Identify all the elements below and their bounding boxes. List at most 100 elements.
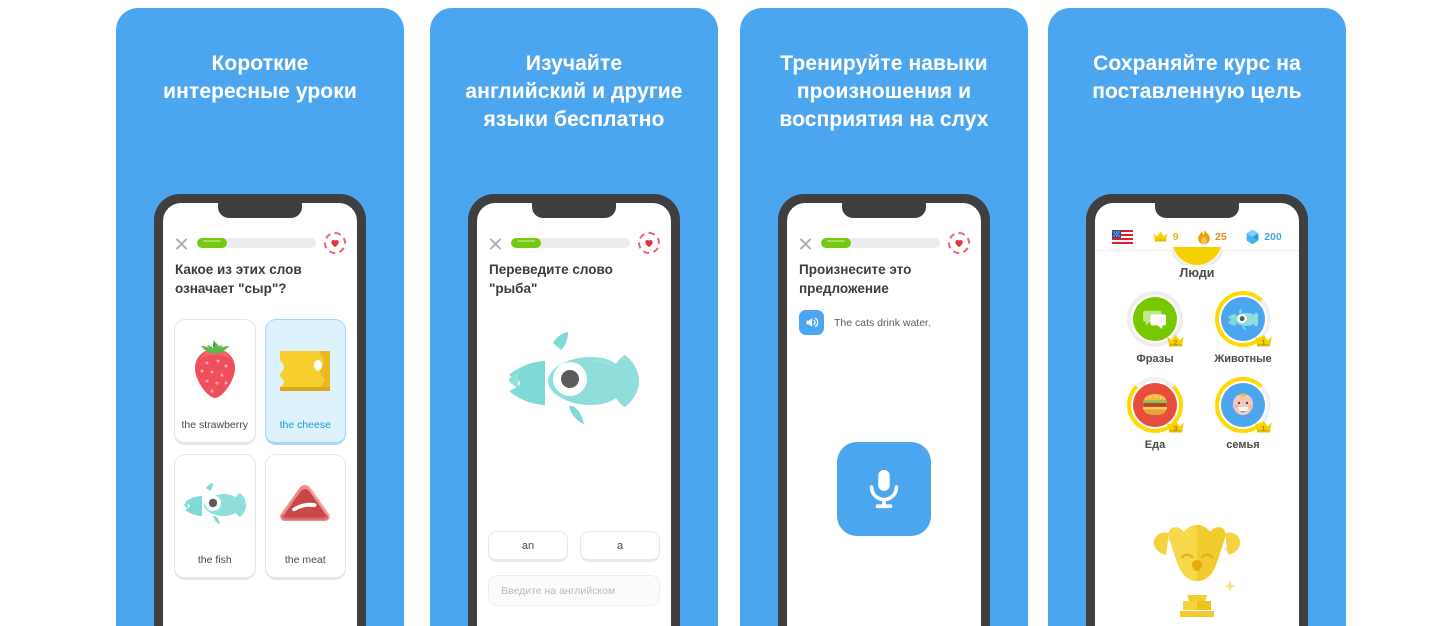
panel-3-caption: Тренируйте навыки произношения и восприя… — [740, 50, 1028, 134]
prompt-line: Переведите слово "рыба" — [489, 262, 613, 296]
previous-skill-partial[interactable] — [1172, 247, 1222, 265]
us-flag-icon — [1112, 229, 1134, 244]
crown-badge: 1 — [1253, 333, 1274, 348]
phone-notch — [532, 203, 616, 218]
skill-circle[interactable]: 3 — [1127, 377, 1186, 434]
close-icon[interactable] — [174, 236, 189, 251]
caption-line: произношения и — [796, 79, 972, 103]
heart-icon — [645, 240, 653, 248]
speaker-icon[interactable] — [799, 310, 824, 335]
promo-panel-1: Короткие интересные уроки Какое из этих … — [116, 8, 404, 626]
choice-card[interactable]: the fish — [174, 454, 256, 580]
caption-line: Короткие — [211, 52, 309, 75]
caption-line: Тренируйте навыки — [780, 52, 988, 75]
skill-item-animals[interactable]: 1 Животные — [1199, 291, 1287, 365]
phone-notch — [842, 203, 926, 218]
caption-line: интересные уроки — [163, 79, 357, 103]
crown-badge: 2 — [1165, 333, 1186, 348]
answer-input[interactable]: Введите на английском — [488, 575, 660, 606]
caption-line: Сохраняйте курс на — [1093, 52, 1301, 75]
choice-card[interactable]: the meat — [264, 454, 346, 580]
phone-notch — [218, 203, 302, 218]
caption-line: поставленную цель — [1092, 79, 1302, 103]
panel-4-caption: Сохраняйте курс на поставленную цель — [1048, 50, 1346, 106]
phone-screen-4: 9 25 200 Люди 2 Фразы 1 Животные 3 Еда 1… — [1095, 203, 1299, 626]
crown-level: 1 — [1261, 424, 1266, 433]
phone-mockup-1: Какое из этих слов означает "сыр"? the s… — [154, 194, 366, 626]
skill-circle[interactable]: 1 — [1215, 377, 1272, 433]
lesson-topbar — [477, 230, 671, 256]
lesson-topbar — [163, 230, 357, 256]
skill-circle[interactable]: 1 — [1215, 291, 1274, 348]
choice-label: the meat — [284, 554, 326, 566]
word-chip[interactable]: a — [580, 531, 660, 562]
skill-label: семья — [1226, 439, 1260, 451]
word-chip[interactable]: an — [488, 531, 568, 562]
crown-badge: 3 — [1165, 419, 1186, 434]
prompt-line: предложение — [799, 280, 889, 296]
promo-panel-4: Сохраняйте курс на поставленную цель 9 2… — [1048, 8, 1346, 626]
skill-grid: 2 Фразы 1 Животные 3 Еда 1 семья — [1111, 291, 1283, 451]
gem-icon — [1246, 229, 1259, 244]
choice-label: the strawberry — [181, 419, 249, 431]
strawberry-illustration — [188, 334, 242, 406]
phone-screen-3: Произнесите это предложение The cats dri… — [787, 203, 981, 626]
sentence-row: The cats drink water. — [799, 310, 969, 335]
choice-card[interactable]: the strawberry — [174, 319, 256, 445]
lesson-prompt: Произнесите это предложение — [799, 261, 969, 298]
skill-label: Фразы — [1136, 353, 1174, 365]
prompt-line: Произнесите это — [799, 262, 912, 277]
gems-stat[interactable]: 200 — [1245, 229, 1282, 245]
microphone-button[interactable] — [837, 442, 931, 536]
meat-illustration — [273, 469, 337, 541]
crown-count: 9 — [1172, 230, 1179, 243]
hearts-indicator[interactable] — [324, 232, 346, 254]
crown-level: 1 — [1261, 338, 1266, 347]
close-icon[interactable] — [798, 236, 813, 251]
streak-count: 25 — [1215, 230, 1227, 243]
fish-illustration — [505, 331, 643, 436]
crown-level: 2 — [1173, 338, 1178, 347]
choice-card[interactable]: the cheese — [264, 319, 346, 445]
skill-item-phrases[interactable]: 2 Фразы — [1111, 291, 1199, 365]
promo-panel-3: Тренируйте навыки произношения и восприя… — [740, 8, 1028, 626]
skill-item-food[interactable]: 3 Еда — [1111, 377, 1199, 451]
phone-mockup-4: 9 25 200 Люди 2 Фразы 1 Животные 3 Еда 1… — [1086, 194, 1308, 626]
phone-screen-2: Переведите слово "рыба" an a Введите на … — [477, 203, 671, 626]
prompt-line: означает "сыр"? — [175, 280, 287, 296]
promo-panel-2: Изучайте английский и другие языки беспл… — [430, 8, 718, 626]
lesson-topbar — [787, 230, 981, 256]
phone-mockup-3: Произнесите это предложение The cats dri… — [778, 194, 990, 626]
streak-stat[interactable]: 25 — [1197, 229, 1227, 245]
crown-level: 3 — [1173, 424, 1178, 433]
skill-circle[interactable]: 2 — [1127, 291, 1186, 348]
lesson-prompt: Переведите слово "рыба" — [489, 261, 659, 298]
lesson-prompt: Какое из этих слов означает "сыр"? — [175, 261, 345, 298]
phone-mockup-2: Переведите слово "рыба" an a Введите на … — [468, 194, 680, 626]
crown-stat[interactable]: 9 — [1152, 230, 1179, 243]
lesson-progress-fill — [197, 238, 227, 248]
lesson-progress-bar — [821, 238, 940, 248]
lesson-progress-bar — [511, 238, 630, 248]
prompt-line: Какое из этих слов — [175, 262, 302, 277]
lesson-progress-bar — [197, 238, 316, 248]
skill-item-family[interactable]: 1 семья — [1199, 377, 1287, 451]
close-icon[interactable] — [488, 236, 503, 251]
language-flag-stat[interactable] — [1112, 229, 1134, 244]
owl-trophy-icon — [1142, 519, 1252, 624]
hearts-indicator[interactable] — [948, 232, 970, 254]
fish-illustration — [182, 469, 248, 541]
gem-count: 200 — [1264, 230, 1282, 243]
cheese-illustration — [274, 334, 336, 406]
phone-screen-1: Какое из этих слов означает "сыр"? the s… — [163, 203, 357, 626]
hearts-indicator[interactable] — [638, 232, 660, 254]
panel-2-caption: Изучайте английский и другие языки беспл… — [430, 50, 718, 134]
skill-label: Животные — [1214, 353, 1272, 365]
heart-icon — [955, 240, 963, 248]
phone-notch — [1155, 203, 1239, 218]
skill-label: Еда — [1144, 439, 1166, 451]
choice-label: the cheese — [279, 419, 331, 431]
promo-screenshot-strip: Короткие интересные уроки Какое из этих … — [0, 0, 1452, 626]
choice-label: the fish — [197, 554, 232, 566]
lesson-progress-fill — [511, 238, 541, 248]
